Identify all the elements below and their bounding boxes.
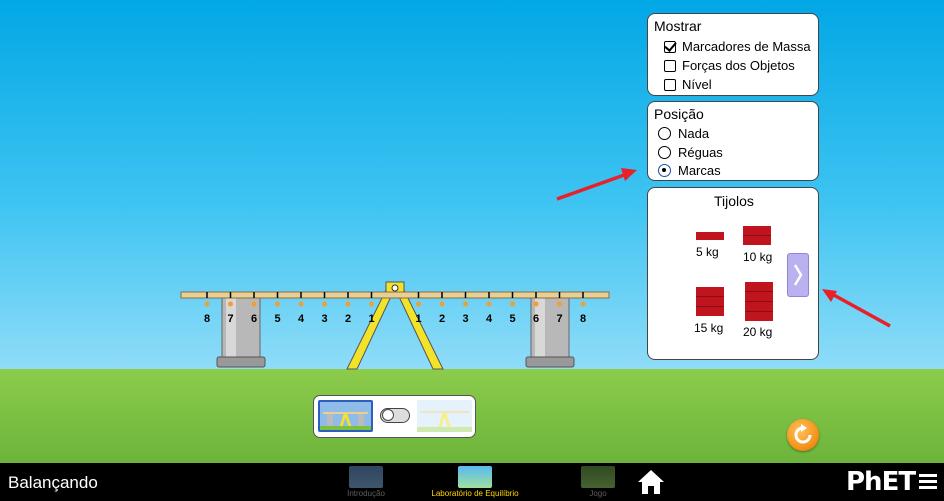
red-arrow-icon xyxy=(556,168,637,201)
tab-laboratorio-label: Laboratório de Equilíbrio xyxy=(431,489,519,498)
home-icon[interactable] xyxy=(636,468,666,496)
tab-introducao-label: Introdução xyxy=(347,489,385,498)
tab-jogo[interactable]: Jogo xyxy=(578,466,618,498)
tab-introducao-icon xyxy=(349,466,383,488)
tab-jogo-label: Jogo xyxy=(589,489,607,498)
phet-brand-text: PhET xyxy=(846,467,916,497)
tab-introducao[interactable]: Introdução xyxy=(341,466,391,498)
menu-icon[interactable] xyxy=(918,472,938,492)
red-arrow-icon xyxy=(822,289,891,328)
annotation-arrows xyxy=(556,168,891,328)
phet-logo[interactable]: PhET xyxy=(846,467,916,497)
tab-laboratorio-de-equilibrio[interactable]: Laboratório de Equilíbrio xyxy=(423,466,527,498)
sim-title: Balançando xyxy=(8,473,98,492)
tab-laboratorio-icon xyxy=(458,466,492,488)
tab-jogo-icon xyxy=(581,466,615,488)
